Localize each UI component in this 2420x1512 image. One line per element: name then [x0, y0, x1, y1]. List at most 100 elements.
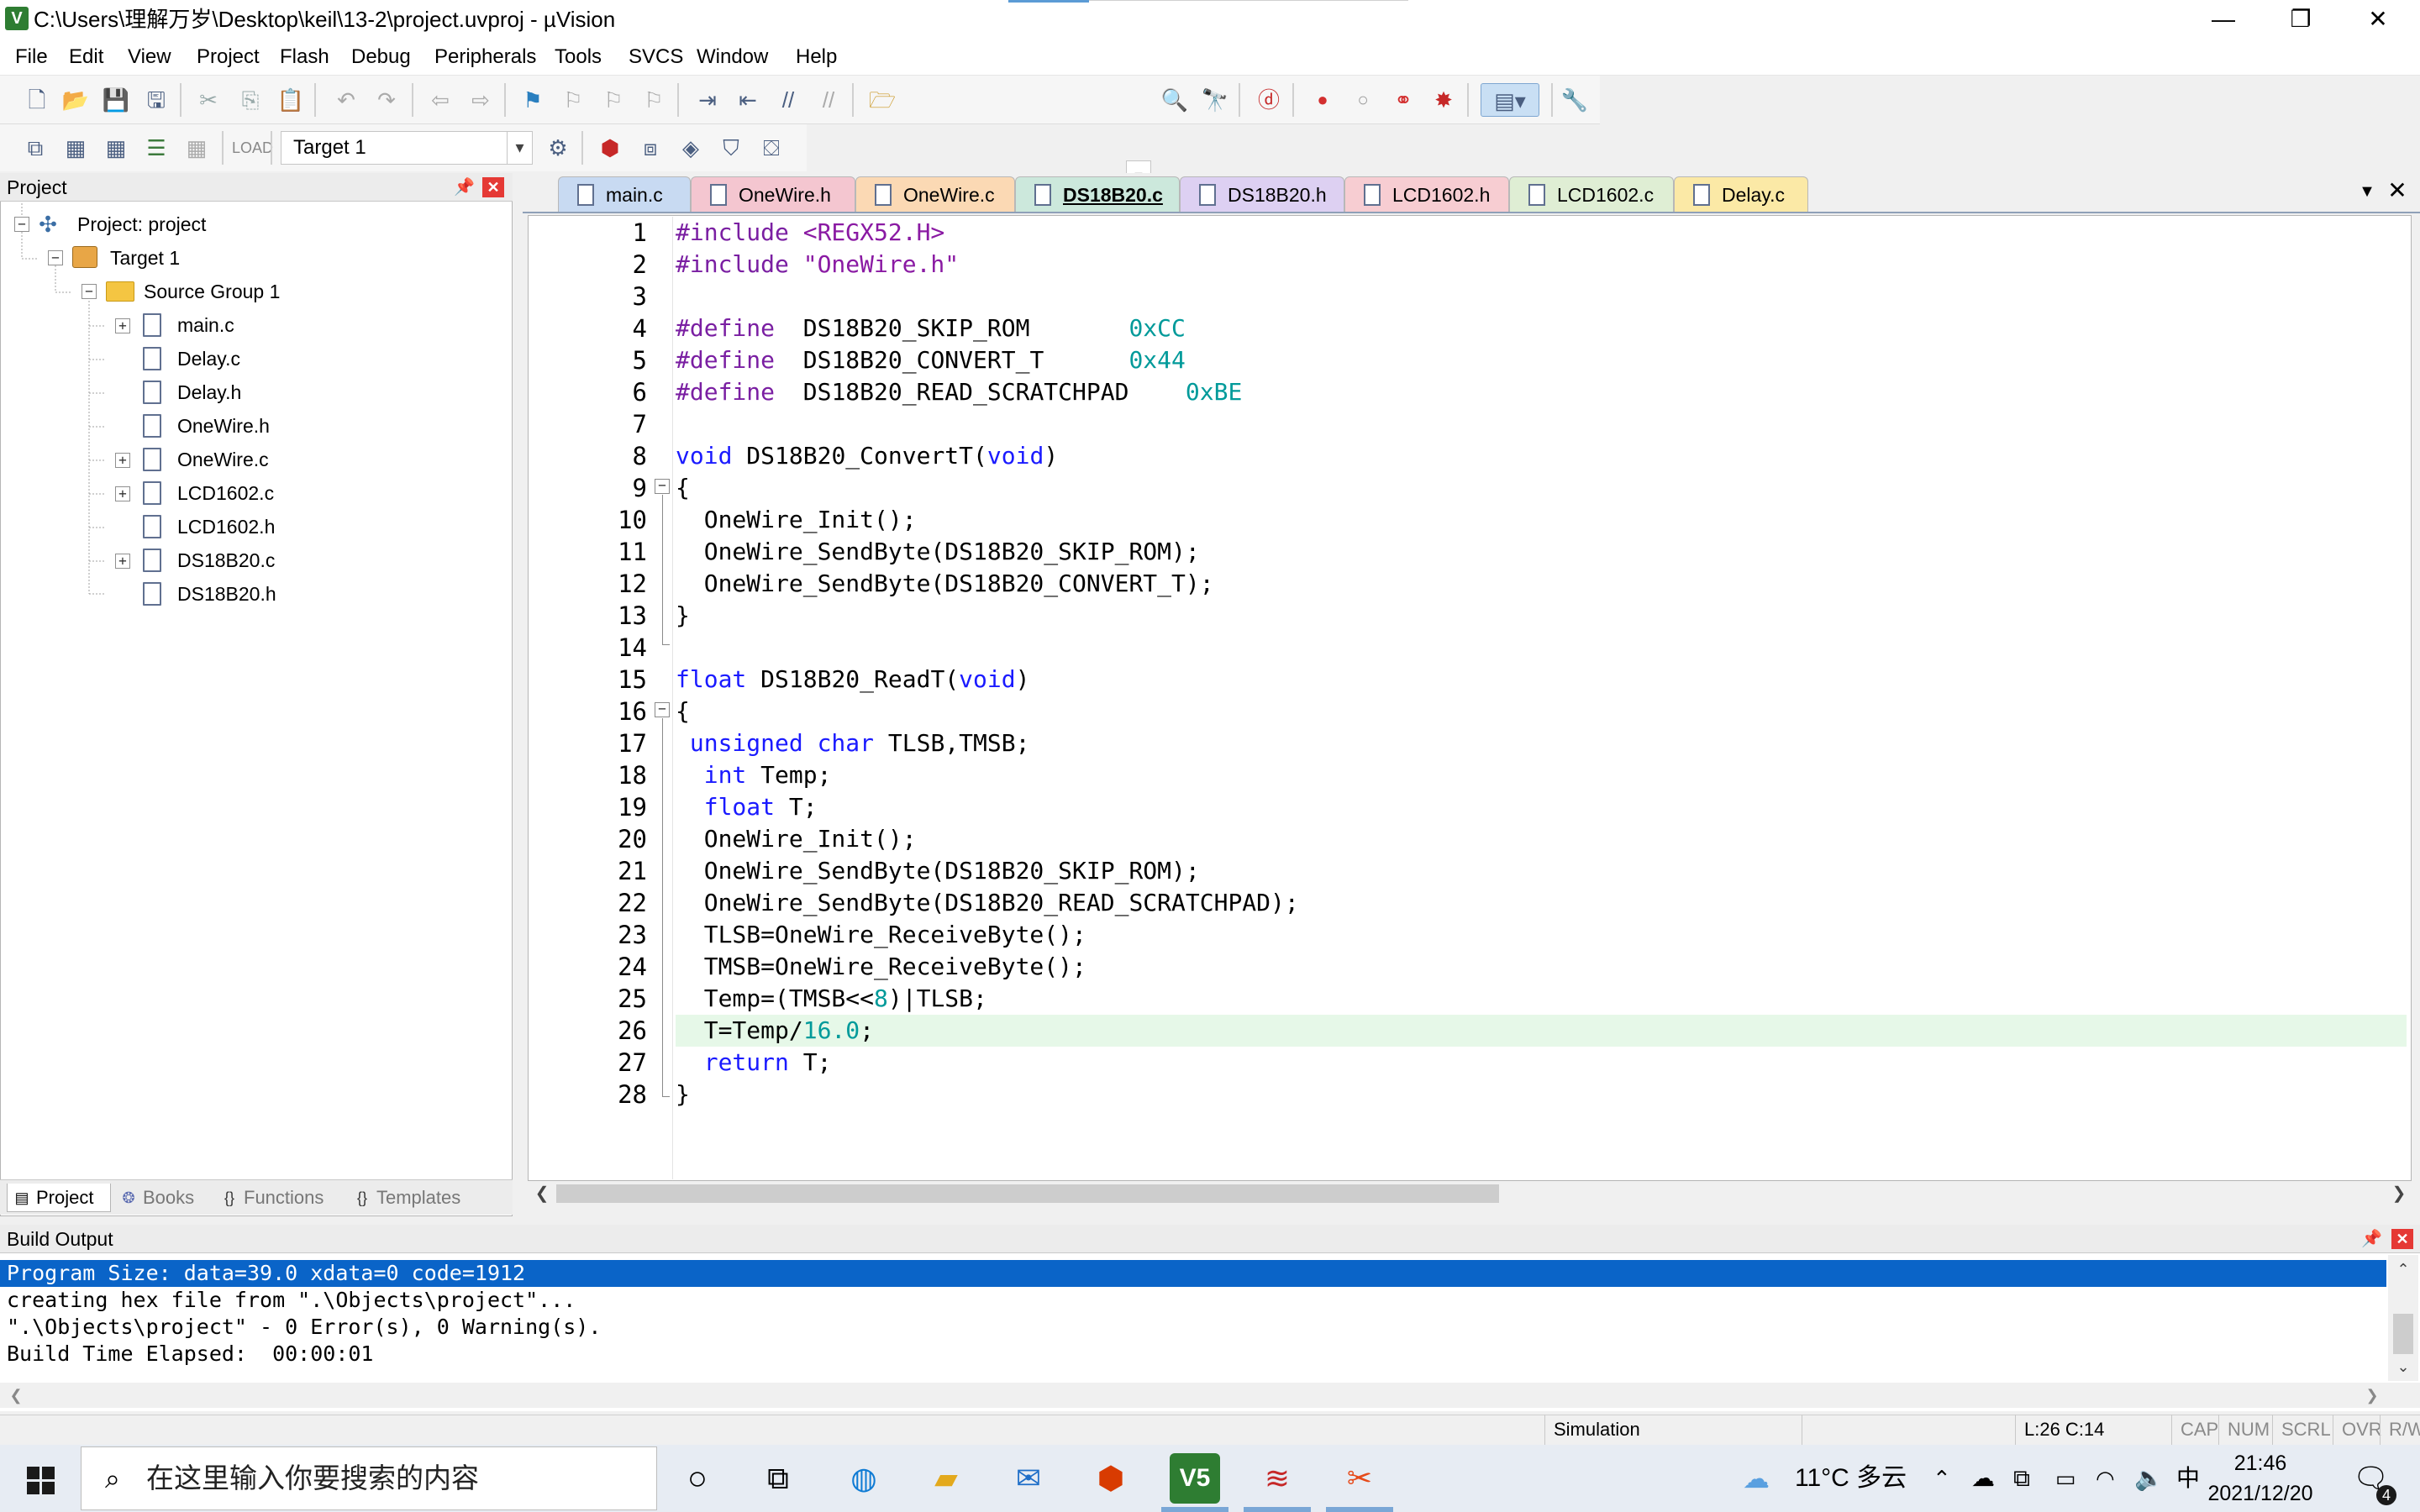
manage-rte-icon[interactable]: ◈ [674, 131, 708, 165]
target-options-icon[interactable]: ⚙ [541, 131, 575, 165]
menu-flash[interactable]: Flash [280, 39, 329, 76]
menu-view[interactable]: View [128, 39, 171, 76]
code-line[interactable]: } [676, 1079, 2407, 1110]
tree-expand-toggle[interactable]: + [115, 453, 130, 468]
wifi-icon[interactable]: ◠ [2096, 1445, 2115, 1512]
menu-svcs[interactable]: SVCS [629, 39, 683, 76]
code-line[interactable]: #include <REGX52.H> [676, 217, 2407, 249]
chevron-down-icon[interactable]: ▾ [507, 132, 532, 164]
scrollbar-thumb[interactable] [556, 1184, 1499, 1203]
tree-expand-toggle[interactable]: + [115, 486, 130, 501]
tab-ds18b20-h[interactable]: DS18B20.h [1180, 176, 1344, 212]
uncomment-icon[interactable]: // [812, 83, 845, 117]
copy-icon[interactable]: ⎘ [234, 83, 267, 117]
code-line[interactable]: TLSB=OneWire_ReceiveByte(); [676, 919, 2407, 951]
windows-start-button[interactable] [0, 1445, 81, 1512]
clock-time[interactable]: 21:46 [2202, 1448, 2319, 1478]
code-line[interactable]: float DS18B20_ReadT(void) [676, 664, 2407, 696]
code-line[interactable] [676, 632, 2407, 664]
chevron-up-icon[interactable]: ⌃ [1933, 1445, 1951, 1512]
clock-date[interactable]: 2021/12/20 [2202, 1478, 2319, 1509]
tree-file-main-c[interactable]: main.c [177, 310, 234, 340]
select-packs-icon[interactable]: ⧈ [634, 131, 667, 165]
code-line[interactable]: OneWire_SendByte(DS18B20_SKIP_ROM); [676, 536, 2407, 568]
tree-collapse-toggle[interactable]: − [48, 250, 63, 265]
output-line[interactable]: creating hex file from ".\Objects\projec… [0, 1287, 2386, 1314]
code-line[interactable]: #define DS18B20_CONVERT_T 0x44 [676, 344, 2407, 376]
code-line[interactable]: OneWire_SendByte(DS18B20_SKIP_ROM); [676, 855, 2407, 887]
download-load-icon[interactable]: LOAD [232, 131, 273, 165]
output-horizontal-scrollbar[interactable] [0, 1383, 2420, 1408]
code-line[interactable]: TMSB=OneWire_ReceiveByte(); [676, 951, 2407, 983]
batch-build-icon[interactable]: ☰ [139, 131, 173, 165]
translate-icon[interactable]: ⧉ [18, 131, 52, 165]
tree-target[interactable]: Target 1 [110, 243, 180, 273]
navigate-back-icon[interactable]: ⇦ [424, 83, 457, 117]
onedrive-icon[interactable]: ☁ [1971, 1445, 1995, 1512]
tab-delay-c[interactable]: Delay.c [1674, 176, 1808, 212]
menu-project[interactable]: Project [197, 39, 260, 76]
code-line[interactable]: T=Temp/16.0; [676, 1015, 2407, 1047]
file-explorer-icon[interactable]: ▰ [921, 1453, 971, 1504]
tree-source-group[interactable]: Source Group 1 [144, 276, 280, 307]
tab-main-c[interactable]: main.c [558, 176, 691, 212]
cut-icon[interactable]: ✂ [192, 83, 225, 117]
tree-file-delay-c[interactable]: Delay.c [177, 344, 240, 374]
fold-toggle[interactable]: − [655, 702, 670, 717]
find-icon[interactable]: 🔭 [1198, 83, 1232, 117]
menu-tools[interactable]: Tools [555, 39, 602, 76]
pin-icon[interactable]: 📌 [454, 176, 475, 198]
tree-collapse-toggle[interactable]: − [82, 284, 97, 299]
tree-expand-toggle[interactable]: + [115, 318, 130, 333]
open-file-icon[interactable]: 📂 [59, 83, 92, 117]
scroll-up-icon[interactable]: ⌃ [2388, 1257, 2418, 1282]
indent-icon[interactable]: ⇥ [691, 83, 724, 117]
cortana-icon[interactable]: ○ [672, 1453, 723, 1504]
find-in-files-icon[interactable]: 🗁 [865, 83, 899, 117]
snipping-tool-icon[interactable]: ✂ [1334, 1453, 1385, 1504]
tab-lcd1602-c[interactable]: LCD1602.c [1509, 176, 1674, 212]
tab-ds18b20-c[interactable]: DS18B20.c [1015, 176, 1180, 212]
code-line[interactable]: OneWire_Init(); [676, 504, 2407, 536]
stop-build-icon[interactable]: ▦ [180, 131, 213, 165]
tab-onewire-c[interactable]: OneWire.c [855, 176, 1015, 212]
tree-file-ds18b20-c[interactable]: DS18B20.c [177, 545, 275, 575]
output-line[interactable]: Program Size: data=39.0 xdata=0 code=191… [0, 1260, 2386, 1287]
configure-icon[interactable]: 🔧 [1558, 83, 1591, 117]
output-line[interactable]: Build Time Elapsed: 00:00:01 [0, 1341, 2386, 1368]
rebuild-icon[interactable]: ▦ [99, 131, 133, 165]
task-view-icon[interactable]: ⧉ [753, 1453, 803, 1504]
start-debug-icon[interactable]: ⓓ [1252, 83, 1286, 117]
incremental-find-icon[interactable]: 🔍 [1158, 83, 1192, 117]
code-line[interactable]: #include "OneWire.h" [676, 249, 2407, 281]
tab-books[interactable]: ❂ Books [114, 1184, 205, 1212]
close-panel-button[interactable]: ✕ [482, 177, 504, 197]
kill-breakpoints-icon[interactable]: ✸ [1427, 83, 1460, 117]
insert-breakpoint-icon[interactable]: ● [1306, 83, 1339, 117]
code-line[interactable]: OneWire_SendByte(DS18B20_READ_SCRATCHPAD… [676, 887, 2407, 919]
code-line[interactable] [676, 408, 2407, 440]
scroll-right-icon[interactable]: ❯ [2386, 1181, 2412, 1206]
pin-icon[interactable]: 📌 [2361, 1228, 2382, 1250]
code-line[interactable]: void DS18B20_ConvertT(void) [676, 440, 2407, 472]
window-layout-icon[interactable]: ▤▾ [1481, 83, 1539, 117]
tab-templates[interactable]: {} Templates [348, 1184, 482, 1212]
next-bookmark-icon[interactable]: ⚐ [597, 83, 630, 117]
code-line[interactable]: float T; [676, 791, 2407, 823]
unindent-icon[interactable]: ⇤ [731, 83, 765, 117]
code-line[interactable]: OneWire_Init(); [676, 823, 2407, 855]
tree-collapse-toggle[interactable]: − [14, 217, 29, 232]
event-recorder-icon[interactable]: ⛉ [714, 131, 748, 165]
tree-project-root[interactable]: Project: project [77, 209, 206, 239]
menu-debug[interactable]: Debug [351, 39, 411, 76]
close-tab-icon[interactable]: ✕ [2385, 176, 2410, 205]
menu-edit[interactable]: Edit [69, 39, 103, 76]
save-all-icon[interactable]: 🖫 [139, 83, 173, 117]
office-icon[interactable]: ⬢ [1086, 1453, 1136, 1504]
code-line[interactable]: OneWire_SendByte(DS18B20_CONVERT_T); [676, 568, 2407, 600]
volume-icon[interactable]: 🔈 [2134, 1445, 2164, 1512]
code-line[interactable]: } [676, 600, 2407, 632]
tree-file-delay-h[interactable]: Delay.h [177, 377, 241, 407]
menu-window[interactable]: Window [697, 39, 768, 76]
clear-bookmarks-icon[interactable]: ⚐ [637, 83, 671, 117]
